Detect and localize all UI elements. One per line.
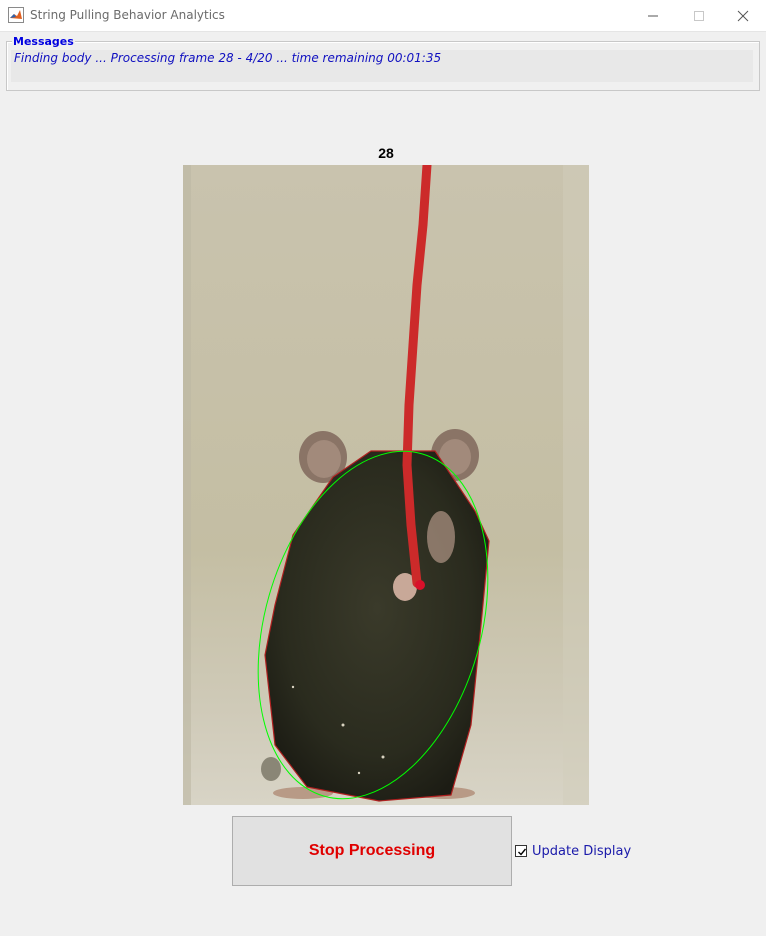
checkmark-icon (518, 848, 527, 856)
matlab-icon (8, 7, 24, 23)
mouse-frame-image (183, 165, 589, 805)
maximize-icon (694, 11, 704, 21)
title-bar[interactable]: String Pulling Behavior Analytics (0, 0, 766, 32)
update-display-checkbox[interactable] (515, 845, 527, 857)
frame-number-title: 28 (378, 145, 394, 161)
update-display-label[interactable]: Update Display (532, 844, 631, 859)
stop-processing-button[interactable]: Stop Processing (232, 816, 512, 886)
window-title: String Pulling Behavior Analytics (30, 8, 225, 22)
messages-text: Finding body ... Processing frame 28 - 4… (11, 50, 753, 82)
maximize-button[interactable] (676, 0, 722, 31)
close-icon (737, 10, 749, 22)
minimize-icon (648, 15, 658, 17)
close-button[interactable] (720, 0, 766, 31)
app-window: String Pulling Behavior Analytics Messag… (0, 0, 766, 936)
messages-legend: Messages (12, 35, 75, 48)
minimize-button[interactable] (630, 0, 676, 31)
